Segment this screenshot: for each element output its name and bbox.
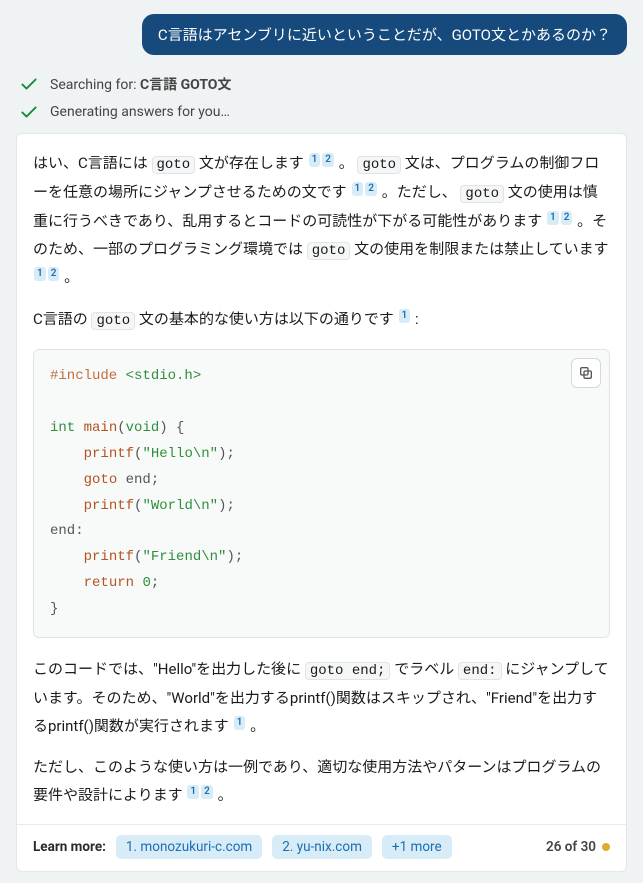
check-icon xyxy=(18,73,40,95)
citation-1[interactable]: 1 xyxy=(309,153,321,167)
learn-more-label: Learn more: xyxy=(33,839,106,855)
answer-card: はい、C言語には goto 文が存在します 12 。 goto 文は、プログラム… xyxy=(16,133,627,872)
copy-icon xyxy=(578,365,594,381)
citation-1[interactable]: 1 xyxy=(187,785,199,799)
message-counter: 26 of 30 xyxy=(546,839,610,855)
code-end-label: end: xyxy=(458,662,502,680)
code-block: #include <stdio.h> int main(void) { prin… xyxy=(33,349,610,638)
status-dot-icon xyxy=(602,843,610,851)
generating-text: Generating answers for you… xyxy=(50,104,230,120)
answer-paragraph-4: ただし、このような使い方は一例であり、適切な使用方法やパターンはプログラムの要件… xyxy=(33,754,610,810)
status-searching: Searching for: C言語 GOTO文 xyxy=(18,73,627,95)
code-goto: goto xyxy=(460,185,504,203)
citation-1[interactable]: 1 xyxy=(399,309,411,323)
check-icon xyxy=(18,101,40,123)
code-goto-end: goto end; xyxy=(305,662,391,680)
answer-paragraph-1: はい、C言語には goto 文が存在します 12 。 goto 文は、プログラム… xyxy=(33,150,610,292)
searching-prefix: Searching for: xyxy=(50,77,140,93)
status-generating: Generating answers for you… xyxy=(18,101,627,123)
citation-1[interactable]: 1 xyxy=(352,182,364,196)
code-goto: goto xyxy=(357,156,401,174)
searching-query: C言語 GOTO文 xyxy=(140,77,232,93)
code-goto: goto xyxy=(307,242,351,260)
citation-2[interactable]: 2 xyxy=(561,211,573,225)
answer-paragraph-2: C言語の goto 文の基本的な使い方は以下の通りです 1 : xyxy=(33,306,610,335)
citation-2[interactable]: 2 xyxy=(322,153,334,167)
code-goto: goto xyxy=(152,156,196,174)
copy-code-button[interactable] xyxy=(571,358,601,388)
citation-1[interactable]: 1 xyxy=(234,716,246,730)
code-goto: goto xyxy=(91,312,135,330)
citation-2[interactable]: 2 xyxy=(365,182,377,196)
answer-paragraph-3: このコードでは、"Hello"を出力した後に goto end; でラベル en… xyxy=(33,656,610,740)
citation-1[interactable]: 1 xyxy=(34,267,46,281)
citation-2[interactable]: 2 xyxy=(48,267,60,281)
citation-1[interactable]: 1 xyxy=(547,211,559,225)
counter-text: 26 of 30 xyxy=(546,839,596,855)
learn-more-bar: Learn more: 1. monozukuri-c.com 2. yu-ni… xyxy=(17,824,626,871)
source-link-1[interactable]: 1. monozukuri-c.com xyxy=(116,835,262,859)
citation-2[interactable]: 2 xyxy=(201,785,213,799)
source-link-2[interactable]: 2. yu-nix.com xyxy=(272,835,372,859)
searching-text: Searching for: C言語 GOTO文 xyxy=(50,74,231,94)
source-more-button[interactable]: +1 more xyxy=(382,835,452,859)
user-message-bubble: C言語はアセンブリに近いということだが、GOTO文とかあるのか？ xyxy=(142,14,627,55)
